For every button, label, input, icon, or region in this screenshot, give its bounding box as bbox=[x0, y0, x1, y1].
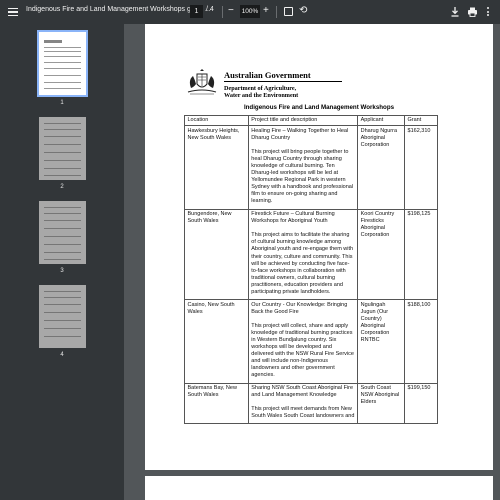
project-title: Healing Fire – Walking Together to Heal … bbox=[251, 127, 349, 141]
project-cell: Our Country - Our Knowledge: Bringing Ba… bbox=[247, 299, 359, 384]
applicant-cell: Dharug Ngurra Aboriginal Corporation bbox=[357, 125, 406, 210]
grant-cell: $188,100 bbox=[404, 299, 438, 384]
page-number-input[interactable]: 1 bbox=[190, 5, 203, 18]
column-header: Location bbox=[184, 114, 249, 127]
column-header: Project title and description bbox=[247, 114, 359, 127]
column-header: Applicant bbox=[357, 114, 406, 127]
toolbar-divider bbox=[276, 6, 277, 18]
applicant-cell: South Coast NSW Aboriginal Elders bbox=[357, 382, 406, 425]
document-title: Indigenous Fire and Land Management Work… bbox=[26, 6, 211, 13]
toolbar-divider bbox=[222, 6, 223, 18]
table-row: Bungendore, New South Wales Firestick Fu… bbox=[184, 208, 438, 301]
zoom-out-button[interactable]: − bbox=[228, 5, 234, 17]
grant-cell: $199,150 bbox=[404, 382, 438, 425]
coat-of-arms-icon bbox=[187, 69, 217, 95]
grants-table: Location Project title and description A… bbox=[184, 114, 438, 425]
project-cell: Healing Fire – Walking Together to Heal … bbox=[247, 125, 359, 210]
page-total: / 4 bbox=[206, 6, 214, 13]
document-heading: Indigenous Fire and Land Management Work… bbox=[243, 104, 395, 111]
table-row: Hawkesbury Heights, New South Wales Heal… bbox=[184, 125, 438, 210]
thumbnail-label: 2 bbox=[60, 184, 64, 190]
project-cell: Sharing NSW South Coast Aboriginal Fire … bbox=[247, 382, 359, 425]
more-options-icon[interactable] bbox=[486, 6, 490, 18]
thumbnail-sidebar: 1 2 3 4 bbox=[0, 24, 124, 500]
table-header-row: Location Project title and description A… bbox=[184, 114, 438, 127]
project-title: Sharing NSW South Coast Aboriginal Fire … bbox=[251, 385, 354, 399]
document-page: Australian Government Department of Agri… bbox=[145, 24, 493, 470]
project-description: This project will collect, share and app… bbox=[251, 322, 354, 379]
pdf-toolbar: Indigenous Fire and Land Management Work… bbox=[0, 0, 500, 24]
project-title: Our Country - Our Knowledge: Bringing Ba… bbox=[251, 301, 348, 315]
thumbnail-label: 3 bbox=[60, 268, 64, 274]
print-icon[interactable] bbox=[467, 6, 478, 18]
project-description: This project will bring people together … bbox=[251, 148, 354, 205]
grant-cell: $198,125 bbox=[404, 208, 438, 301]
page-thumbnail-1[interactable] bbox=[37, 30, 88, 97]
project-title: Firestick Future – Cultural Burning Work… bbox=[251, 211, 335, 225]
department-line: Department of Agriculture, bbox=[224, 85, 297, 92]
government-title: Australian Government bbox=[224, 70, 311, 80]
menu-icon[interactable] bbox=[8, 6, 18, 18]
next-document-page bbox=[145, 476, 493, 500]
page-thumbnail-3[interactable] bbox=[39, 201, 86, 264]
page-thumbnail-2[interactable] bbox=[39, 117, 86, 180]
page-thumbnail-4[interactable] bbox=[39, 285, 86, 348]
fit-to-page-icon[interactable] bbox=[284, 7, 293, 16]
title-divider bbox=[224, 81, 342, 82]
table-row: Casino, New South Wales Our Country - Ou… bbox=[184, 299, 438, 384]
zoom-level-input[interactable]: 100% bbox=[240, 5, 260, 18]
applicant-cell: Ngulingah Jugun (Our Country) Aboriginal… bbox=[357, 299, 406, 384]
grant-cell: $162,310 bbox=[404, 125, 438, 210]
thumbnail-label: 4 bbox=[60, 352, 64, 358]
project-cell: Firestick Future – Cultural Burning Work… bbox=[247, 208, 359, 301]
table-row: Batemans Bay, New South Wales Sharing NS… bbox=[184, 382, 438, 425]
location-cell: Batemans Bay, New South Wales bbox=[184, 382, 249, 425]
department-line: Water and the Environment bbox=[224, 92, 299, 100]
location-cell: Hawkesbury Heights, New South Wales bbox=[184, 125, 249, 210]
department-name: Department of Agriculture, Water and the… bbox=[224, 85, 298, 100]
column-header: Grant bbox=[404, 114, 438, 127]
download-icon[interactable] bbox=[450, 6, 460, 18]
rotate-icon[interactable]: ⟲ bbox=[299, 5, 307, 17]
project-description: This project aims to facilitate the shar… bbox=[251, 232, 354, 295]
thumbnail-label: 1 bbox=[60, 100, 64, 106]
location-cell: Bungendore, New South Wales bbox=[184, 208, 249, 301]
project-description: This project will meet demands from New … bbox=[251, 406, 355, 420]
applicant-cell: Koori Country Firesticks Aboriginal Corp… bbox=[357, 208, 406, 301]
location-cell: Casino, New South Wales bbox=[184, 299, 249, 384]
zoom-in-button[interactable]: + bbox=[263, 5, 269, 17]
